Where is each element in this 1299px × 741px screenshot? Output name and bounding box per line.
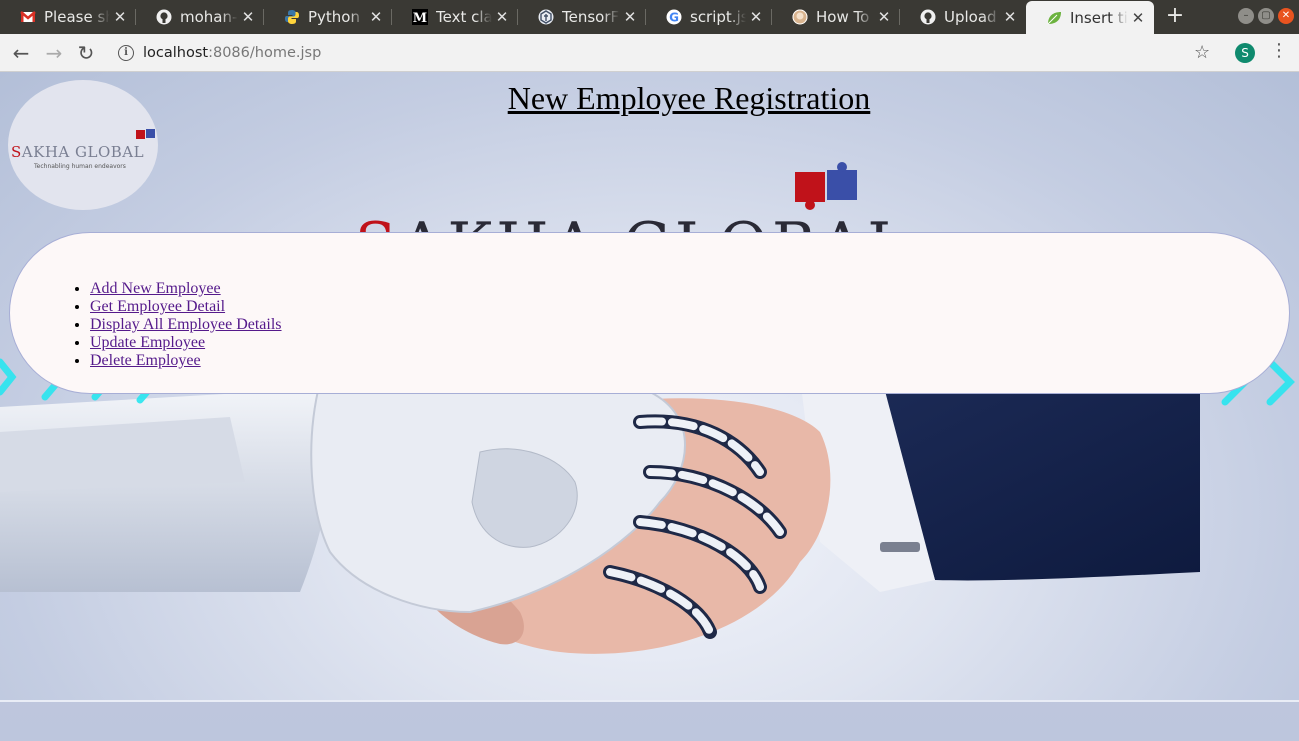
tab-medium[interactable]: M Text class ✕: [392, 0, 518, 34]
logo-tagline: Technabling human endeavors: [34, 163, 126, 170]
window-close-icon[interactable]: ✕: [1278, 8, 1294, 24]
employee-menu-list: Add New Employee Get Employee Detail Dis…: [90, 280, 282, 370]
list-item: Delete Employee: [90, 352, 282, 370]
tab-close-icon[interactable]: ✕: [874, 8, 894, 26]
tab-python[interactable]: Python P ✕: [264, 0, 392, 34]
get-employee-detail-link[interactable]: Get Employee Detail: [90, 298, 225, 315]
update-employee-link[interactable]: Update Employee: [90, 334, 205, 351]
window-maximize-icon[interactable]: ▢: [1258, 8, 1274, 24]
gmail-icon: [20, 9, 36, 25]
tab-title: Text class: [436, 8, 492, 26]
tab-google-scriptjs[interactable]: G script.js r ✕: [646, 0, 772, 34]
url-host: localhost: [143, 45, 209, 61]
profile-avatar[interactable]: S: [1235, 43, 1255, 63]
tab-title: script.js r: [690, 8, 746, 26]
tab-tensorflow[interactable]: TensorFlo ✕: [518, 0, 646, 34]
page-viewport: SAKHA GLOBAL SAKHA GLOBAL Technabling hu…: [0, 72, 1299, 741]
tab-title: Upload fi: [944, 8, 1000, 26]
site-avatar-icon: [792, 9, 808, 25]
tab-title: mohan-m: [180, 8, 238, 26]
list-item: Update Employee: [90, 334, 282, 352]
tab-title: How To I: [816, 8, 874, 26]
tab-close-icon[interactable]: ✕: [366, 8, 386, 26]
new-tab-plus-icon[interactable]: +: [1163, 2, 1187, 32]
browser-menu-icon[interactable]: ⋮: [1270, 42, 1288, 60]
tab-gmail[interactable]: Please sh ✕: [0, 0, 136, 34]
tab-title: Please sh: [44, 8, 110, 26]
tab-insert-title-active[interactable]: Insert titl ✕: [1026, 1, 1154, 34]
tab-close-icon[interactable]: ✕: [1128, 9, 1148, 27]
svg-text:G: G: [669, 11, 679, 25]
tab-close-icon[interactable]: ✕: [238, 8, 258, 26]
leaf-icon: [1046, 10, 1062, 26]
list-item: Add New Employee: [90, 280, 282, 298]
tab-close-icon[interactable]: ✕: [620, 8, 640, 26]
address-bar[interactable]: i localhost:8086/home.jsp: [106, 38, 1226, 68]
tensorflow-icon: [538, 9, 554, 25]
github-icon: [920, 9, 936, 25]
list-item: Display All Employee Details: [90, 316, 282, 334]
page-title: New Employee Registration: [507, 80, 871, 116]
back-arrow-icon[interactable]: ←: [7, 39, 35, 67]
reload-icon[interactable]: ↻: [72, 39, 100, 67]
employee-menu-panel: Add New Employee Get Employee Detail Dis…: [9, 232, 1290, 394]
delete-employee-link[interactable]: Delete Employee: [90, 352, 201, 369]
tab-close-icon[interactable]: ✕: [746, 8, 766, 26]
display-all-employees-link[interactable]: Display All Employee Details: [90, 316, 282, 333]
tab-close-icon[interactable]: ✕: [492, 8, 512, 26]
tab-close-icon[interactable]: ✕: [110, 8, 130, 26]
browser-toolbar: ← → ↻ i localhost:8086/home.jsp ☆ S ⋮: [0, 34, 1299, 72]
bookmark-star-icon[interactable]: ☆: [1194, 42, 1210, 63]
forward-arrow-icon[interactable]: →: [40, 39, 68, 67]
tab-github-mohan[interactable]: mohan-m ✕: [136, 0, 264, 34]
medium-icon: M: [412, 9, 428, 26]
logo-wordmark: SAKHA GLOBAL: [11, 143, 145, 161]
tab-title: Python P: [308, 8, 366, 26]
site-info-icon[interactable]: i: [118, 45, 134, 61]
tab-close-icon[interactable]: ✕: [1000, 8, 1020, 26]
tab-how-to[interactable]: How To I ✕: [772, 0, 900, 34]
python-icon: [284, 9, 300, 25]
url-path: :8086/home.jsp: [208, 45, 322, 61]
tab-github-upload[interactable]: Upload fi ✕: [900, 0, 1026, 34]
svg-text:M: M: [413, 11, 427, 25]
add-new-employee-link[interactable]: Add New Employee: [90, 280, 221, 297]
logo-puzzle-icon: [136, 129, 155, 139]
list-item: Get Employee Detail: [90, 298, 282, 316]
browser-tab-strip: Please sh ✕ mohan-m ✕ Python P ✕ M Text …: [0, 0, 1299, 34]
window-minimize-icon[interactable]: –: [1238, 8, 1254, 24]
background-puzzle-icon: [795, 162, 857, 210]
tab-title: TensorFlo: [562, 8, 620, 26]
github-icon: [156, 9, 172, 25]
google-icon: G: [666, 9, 682, 25]
tab-title: Insert titl: [1070, 8, 1128, 27]
